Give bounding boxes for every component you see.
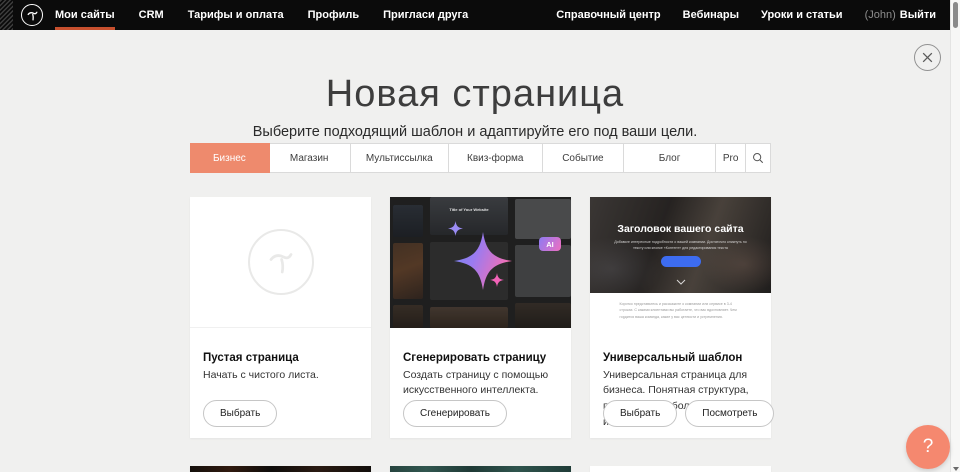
tilda-logo[interactable] (21, 4, 43, 26)
template-hero: Заголовок вашего сайта Добавьте интересн… (590, 197, 771, 293)
card-actions: Выбрать (203, 400, 277, 427)
topbar-texture-pattern (0, 0, 13, 30)
page-title: Новая страница (0, 73, 950, 116)
card-description: Создать страницу с помощью искусственног… (403, 368, 557, 400)
nav-crm[interactable]: CRM (127, 0, 176, 30)
tab-blog[interactable]: Блог (624, 144, 716, 172)
template-preview[interactable]: Заголовок вашего сайта Добавьте интересн… (590, 197, 771, 328)
card-title: Пустая страница (203, 352, 358, 364)
hero-title: Заголовок вашего сайта (598, 223, 763, 235)
card-blank-page: Пустая страница Начать с чистого листа. … (190, 197, 371, 438)
card-actions: Сгенерировать (403, 400, 507, 427)
main-nav: Мои сайты CRM Тарифы и оплата Профиль Пр… (43, 0, 480, 30)
card-title: Универсальный шаблон (603, 352, 758, 364)
card-partial-next-row[interactable] (590, 466, 771, 472)
tilda-logo-icon (26, 9, 39, 22)
tab-business[interactable]: Бизнес (191, 144, 269, 172)
blank-preview-frame (190, 197, 371, 328)
blank-page-preview[interactable] (190, 197, 371, 328)
tab-quiz-form[interactable]: Квиз-форма (449, 144, 543, 172)
ai-preview[interactable]: Title of Your Website AI (390, 197, 571, 328)
hero-subtitle: Добавьте интересные подробности о вашей … (614, 240, 747, 252)
tab-event[interactable]: Событие (543, 144, 625, 172)
tab-multilink[interactable]: Мультиссылка (351, 144, 449, 172)
card-partial-next-row[interactable] (390, 466, 571, 472)
select-template-button[interactable]: Выбрать (603, 400, 677, 427)
secondary-nav: Справочный центр Вебинары Уроки и статьи… (545, 0, 936, 30)
page-subtitle: Выберите подходящий шаблон и адаптируйте… (0, 124, 950, 140)
ai-collage-background: Title of Your Website AI (390, 197, 571, 328)
scrollbar-thumb[interactable] (953, 2, 958, 28)
nav-invite-friend[interactable]: Пригласи друга (371, 0, 480, 30)
ai-badge: AI (539, 237, 561, 251)
nav-webinars[interactable]: Вебинары (672, 0, 750, 30)
nav-tariffs[interactable]: Тарифы и оплата (176, 0, 296, 30)
chevron-down-icon (676, 279, 686, 285)
collage-tile-caption: Title of Your Website (434, 207, 504, 212)
scrollbar[interactable] (950, 0, 960, 472)
close-button[interactable] (914, 44, 941, 71)
tilda-watermark-icon (266, 247, 296, 277)
card-description: Начать с чистого листа. (203, 368, 357, 384)
nav-help-center[interactable]: Справочный центр (545, 0, 671, 30)
logout-label: Выйти (900, 9, 936, 21)
app-window: Мои сайты CRM Тарифы и оплата Профиль Пр… (0, 0, 960, 472)
template-body-text: Коротко представьтесь и расскажите о ком… (620, 301, 742, 319)
tab-search[interactable] (746, 144, 770, 172)
scrollbar-down-arrow-icon[interactable] (953, 467, 959, 471)
nav-profile[interactable]: Профиль (296, 0, 371, 30)
card-partial-next-row[interactable] (190, 466, 371, 472)
tilda-watermark (248, 229, 314, 295)
close-icon (921, 51, 934, 64)
sparkle-small-icon (490, 273, 504, 287)
card-universal-template: Заголовок вашего сайта Добавьте интересн… (590, 197, 771, 438)
nav-my-sites[interactable]: Мои сайты (43, 0, 127, 30)
question-mark-icon: ? (923, 436, 934, 458)
help-chat-button[interactable]: ? (906, 425, 950, 469)
card-actions: Выбрать Посмотреть (603, 400, 774, 427)
search-icon (752, 152, 764, 164)
card-ai-generate: Title of Your Website AI Сгенерировать с… (390, 197, 571, 438)
user-name: (John) (865, 9, 896, 21)
preview-template-button[interactable]: Посмотреть (685, 400, 774, 427)
hero-cta-button (661, 256, 701, 267)
template-category-tabs: Бизнес Магазин Мультиссылка Квиз-форма С… (190, 143, 771, 173)
top-bar: Мои сайты CRM Тарифы и оплата Профиль Пр… (0, 0, 950, 30)
tab-pro[interactable]: Pro (716, 144, 747, 172)
select-blank-button[interactable]: Выбрать (203, 400, 277, 427)
nav-lessons[interactable]: Уроки и статьи (750, 0, 854, 30)
template-body-section: Коротко представьтесь и расскажите о ком… (590, 293, 771, 328)
card-title: Сгенерировать страницу (403, 352, 558, 364)
nav-logout[interactable]: (John) Выйти (854, 0, 936, 30)
generate-button[interactable]: Сгенерировать (403, 400, 507, 427)
tab-store[interactable]: Магазин (269, 144, 351, 172)
